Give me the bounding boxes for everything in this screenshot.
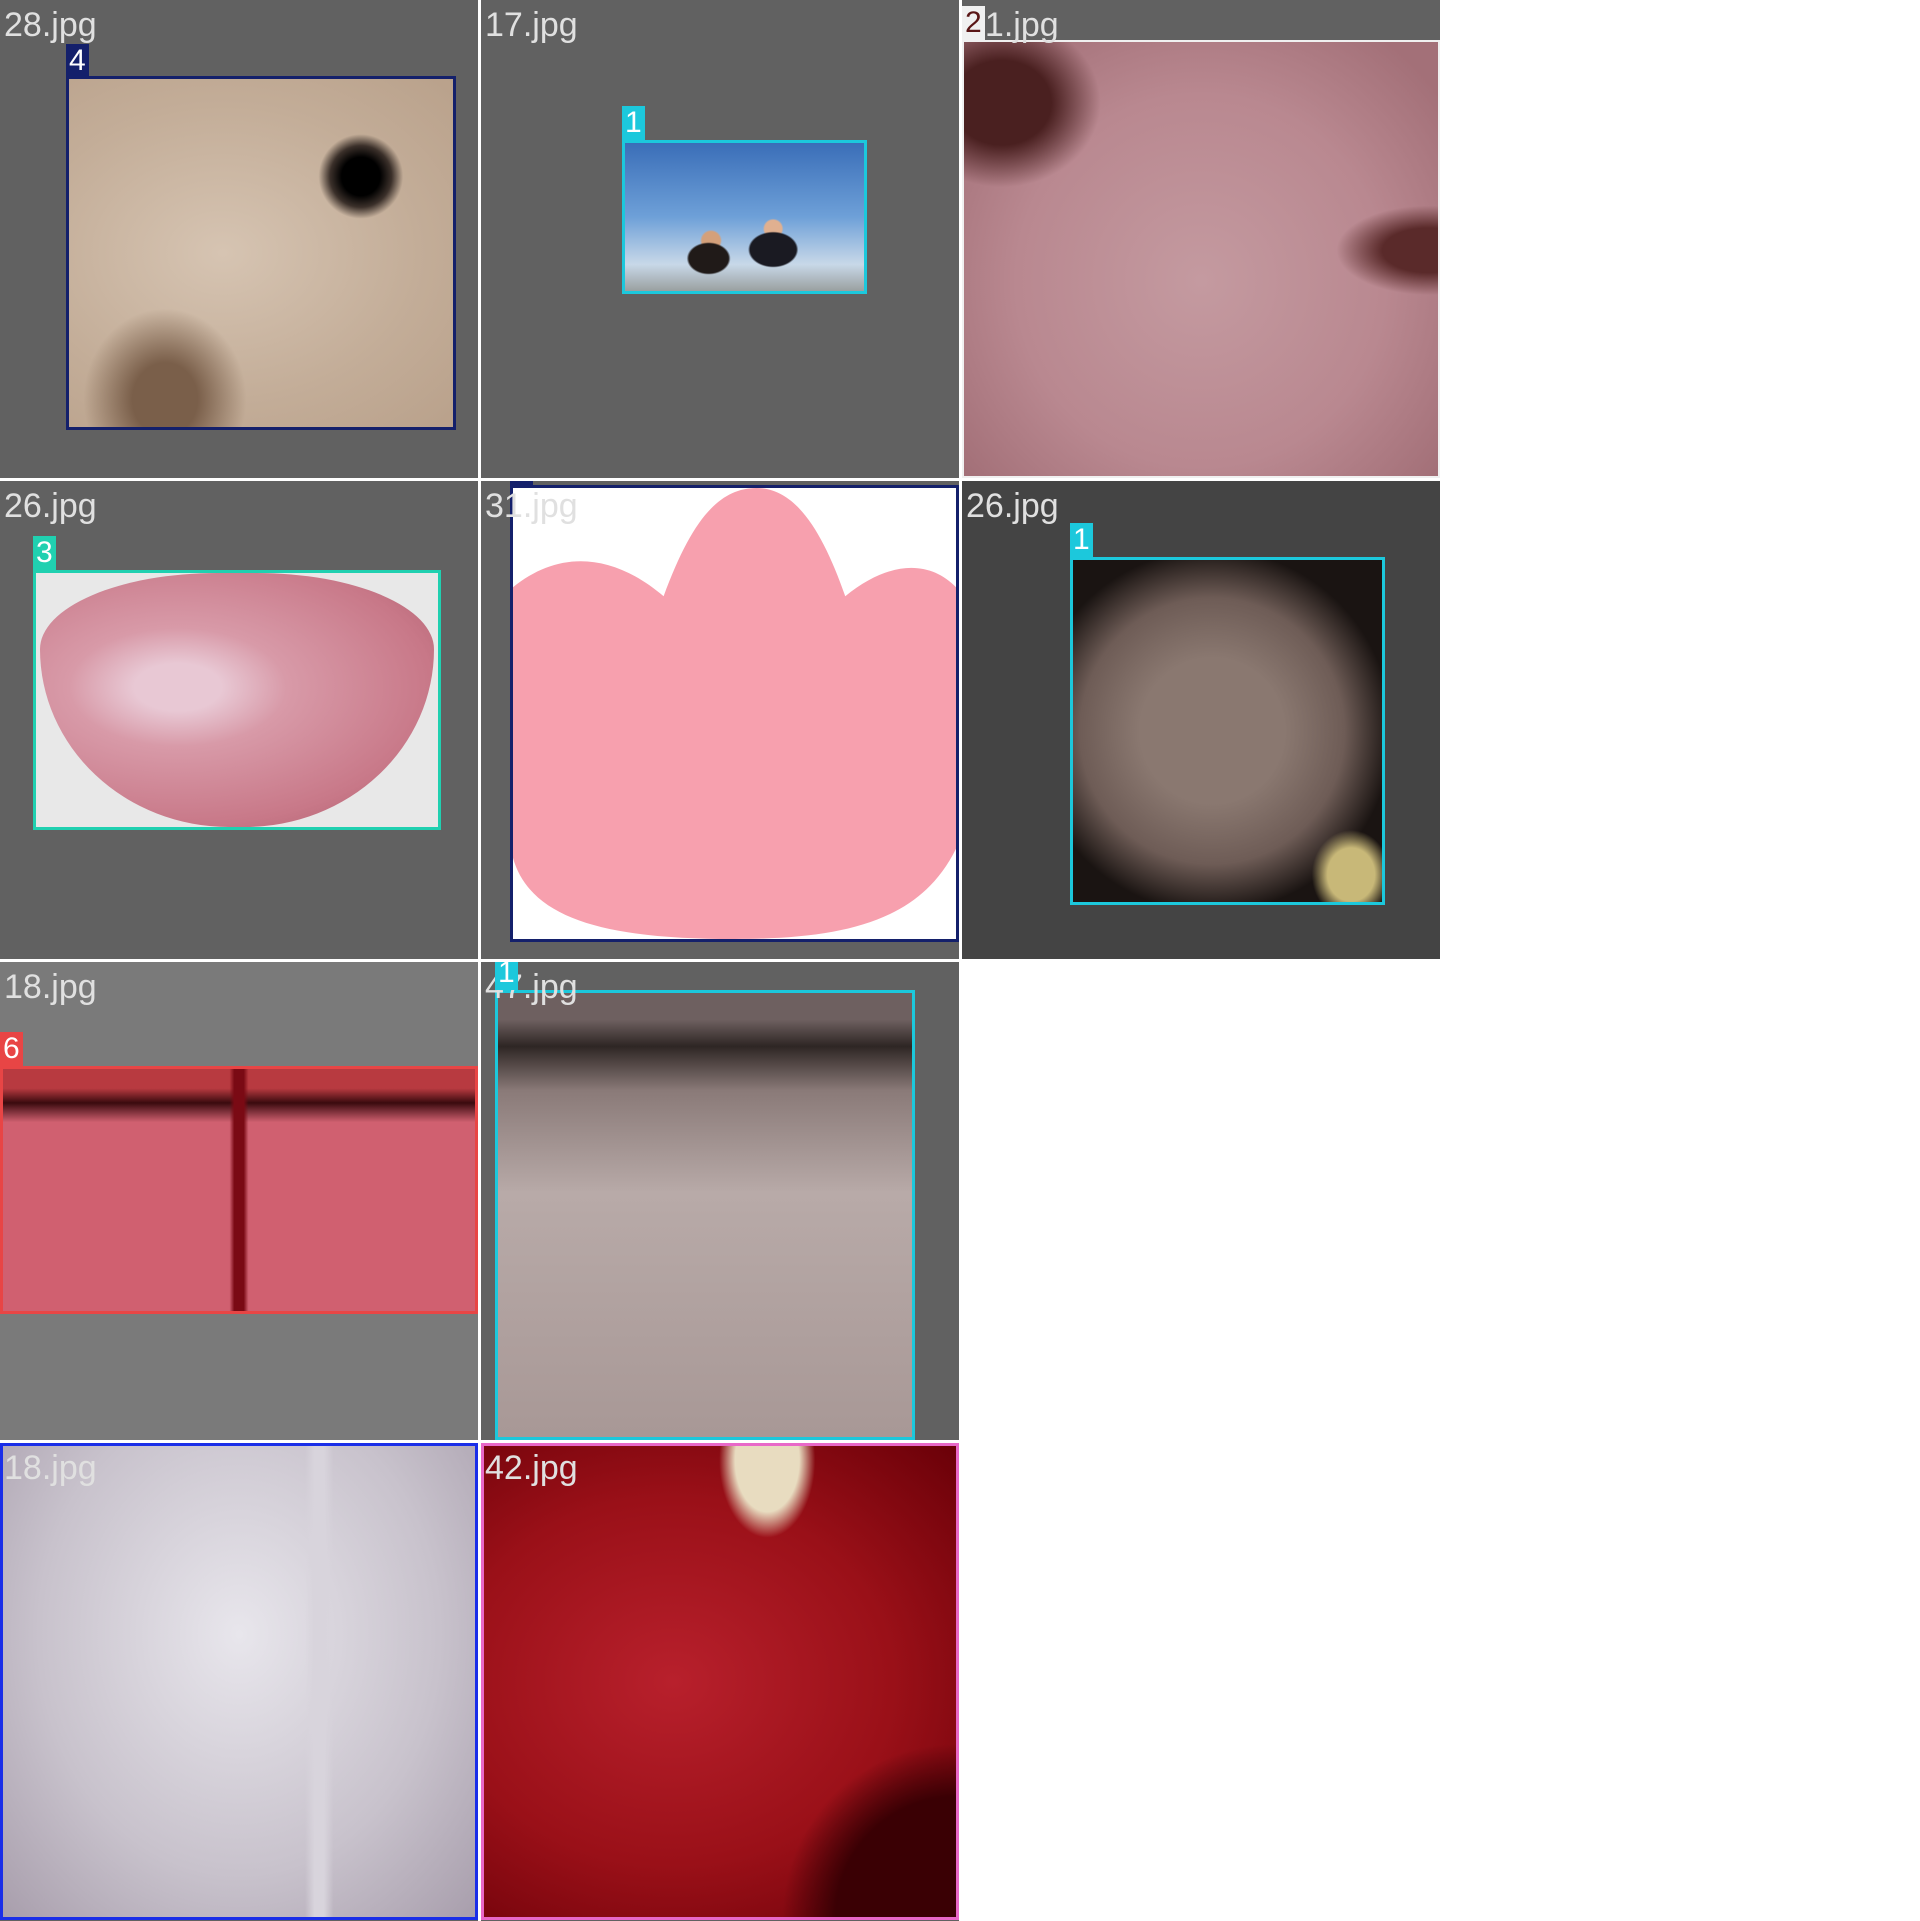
mosaic-tile-28: 28.jpg 4 — [0, 0, 478, 478]
blurred-tongue-image — [498, 993, 912, 1437]
detection-box — [0, 1443, 478, 1920]
detection-box — [481, 1443, 959, 1920]
pale-tongue-image — [3, 1446, 475, 1917]
mosaic-tile-31: 31.jpg 4 — [481, 481, 959, 959]
mosaic-tile-26-a: 26.jpg 3 — [0, 481, 478, 959]
class-label: 1 — [495, 962, 518, 990]
tile-filename: 26.jpg — [4, 487, 97, 525]
tile-filename: 42.jpg — [485, 1449, 578, 1487]
two-people-image — [625, 143, 864, 291]
skin-patch-image — [69, 79, 453, 427]
detection-box — [495, 990, 915, 1440]
class-label: 1 — [1070, 523, 1093, 557]
class-label: 4 — [66, 44, 89, 78]
pink-tongue-image — [40, 573, 434, 827]
tile-filename: 28.jpg — [4, 6, 97, 44]
detection-box — [510, 485, 959, 942]
detection-box — [622, 140, 867, 294]
class-label: 1 — [622, 106, 645, 140]
class-label: 6 — [0, 1032, 23, 1066]
detection-box — [0, 1066, 478, 1314]
mosaic-tile-18-a: 18.jpg 6 — [0, 962, 478, 1440]
tile-filename: 31.jpg — [485, 487, 578, 525]
class-label: 2 — [962, 6, 985, 40]
pink-tulip-image — [513, 488, 956, 939]
detection-box — [33, 570, 441, 830]
mosaic-tile-42: 42.jpg 5 — [481, 1443, 959, 1921]
detection-box — [66, 76, 456, 430]
mosaic-tile-18-b: 18.jpg 0 — [0, 1443, 478, 1921]
mosaic-tile-47: 47.jpg 1 — [481, 962, 959, 1440]
mosaic-tile-26-b: 26.jpg 1 — [962, 481, 1440, 959]
deep-red-tongue-image — [484, 1446, 956, 1917]
dark-tongue-image — [1073, 560, 1382, 902]
tile-filename: 26.jpg — [966, 487, 1059, 525]
tile-filename: 18.jpg — [4, 1449, 97, 1487]
class-label: 3 — [33, 536, 56, 570]
mosaic-tile-21: 21.jpg 2 — [962, 0, 1440, 478]
tile-filename: 18.jpg — [4, 968, 97, 1006]
detection-box — [962, 40, 1440, 478]
tile-filename: 17.jpg — [485, 6, 578, 44]
tongue-close-up-image — [964, 42, 1438, 476]
detection-box — [1070, 557, 1385, 905]
mosaic-tile-17: 17.jpg 1 — [481, 0, 959, 478]
red-cracked-tongue-image — [3, 1069, 475, 1311]
class-label: 4 — [510, 481, 533, 485]
